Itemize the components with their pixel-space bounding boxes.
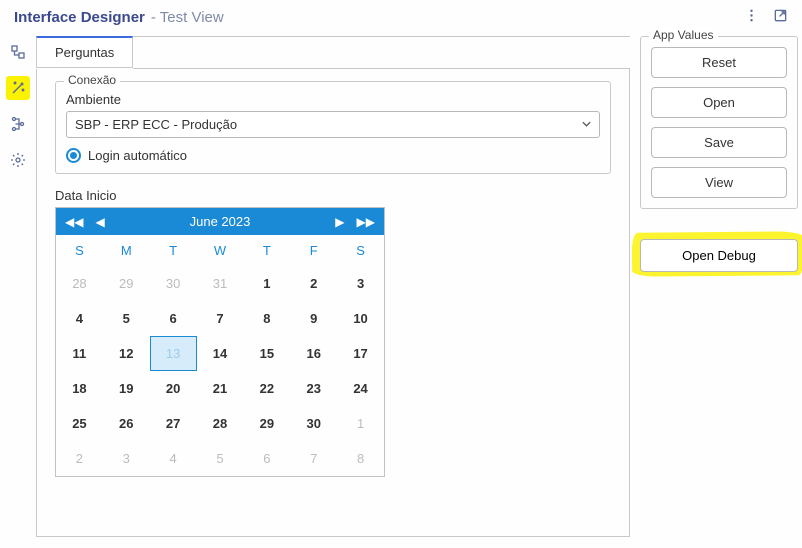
cal-dow: F [290,235,337,266]
cal-day[interactable]: 10 [337,301,384,336]
app-values-group: App Values Reset Open Save View [640,36,798,209]
cal-day[interactable]: 2 [290,266,337,301]
login-auto-label: Login automático [88,148,187,163]
cal-day[interactable]: 5 [197,441,244,476]
calendar: ◀◀ ◀ June 2023 ▶ ▶▶ SMTWTFS 282930311234… [55,207,385,477]
cal-day[interactable]: 1 [243,266,290,301]
cal-day[interactable]: 7 [197,301,244,336]
cal-day[interactable]: 31 [197,266,244,301]
cal-day[interactable]: 9 [290,301,337,336]
open-button[interactable]: Open [651,87,787,118]
cal-day[interactable]: 6 [150,301,197,336]
rail-gear-icon[interactable] [6,148,30,172]
cal-dow: T [243,235,290,266]
cal-day[interactable]: 4 [150,441,197,476]
cal-day[interactable]: 12 [103,336,150,371]
cal-day[interactable]: 1 [337,406,384,441]
cal-dow: M [103,235,150,266]
environment-label: Ambiente [66,92,600,107]
cal-day[interactable]: 25 [56,406,103,441]
view-button[interactable]: View [651,167,787,198]
cal-day[interactable]: 29 [103,266,150,301]
cal-day[interactable]: 30 [290,406,337,441]
reset-button[interactable]: Reset [651,47,787,78]
environment-select[interactable]: SBP - ERP ECC - Produção [66,111,600,138]
cal-day[interactable]: 19 [103,371,150,406]
cal-day[interactable]: 11 [56,336,103,371]
cal-day[interactable]: 28 [56,266,103,301]
cal-day[interactable]: 8 [243,301,290,336]
login-auto-radio[interactable]: Login automático [66,148,600,163]
radio-checked-icon [66,148,81,163]
app-title: Interface Designer [14,9,145,26]
cal-dow: S [337,235,384,266]
cal-next-year-icon[interactable]: ▶▶ [354,215,378,229]
cal-day[interactable]: 3 [103,441,150,476]
app-values-legend: App Values [649,28,718,42]
rail-tree-icon[interactable] [6,112,30,136]
cal-day[interactable]: 8 [337,441,384,476]
cal-day[interactable]: 2 [56,441,103,476]
connection-group: Conexão Ambiente SBP - ERP ECC - Produçã… [55,81,611,174]
cal-dow: S [56,235,103,266]
cal-dow: W [197,235,244,266]
cal-day[interactable]: 21 [197,371,244,406]
cal-day[interactable]: 15 [243,336,290,371]
popout-icon[interactable] [773,8,788,26]
cal-day[interactable]: 14 [197,336,244,371]
connection-legend: Conexão [64,73,120,87]
tab-panel: Conexão Ambiente SBP - ERP ECC - Produçã… [36,69,630,537]
cal-prev-month-icon[interactable]: ◀ [92,215,107,229]
cal-day[interactable]: 17 [337,336,384,371]
date-label: Data Inicio [55,188,611,203]
cal-day[interactable]: 20 [150,371,197,406]
left-rail [0,36,36,548]
rail-wand-icon[interactable] [6,76,30,100]
open-debug-button[interactable]: Open Debug [640,239,798,272]
cal-day[interactable]: 4 [56,301,103,336]
cal-day[interactable]: 22 [243,371,290,406]
kebab-menu-icon[interactable] [744,8,759,26]
cal-day[interactable]: 28 [197,406,244,441]
cal-day[interactable]: 3 [337,266,384,301]
cal-day[interactable]: 26 [103,406,150,441]
cal-day[interactable]: 7 [290,441,337,476]
tab-strip [133,37,630,69]
cal-next-month-icon[interactable]: ▶ [332,215,347,229]
cal-month-title[interactable]: June 2023 [190,214,251,229]
cal-day[interactable]: 27 [150,406,197,441]
cal-day[interactable]: 18 [56,371,103,406]
cal-day[interactable]: 23 [290,371,337,406]
cal-day-selected[interactable]: 13 [150,336,197,371]
view-title: - Test View [151,9,224,26]
save-button[interactable]: Save [651,127,787,158]
cal-day[interactable]: 29 [243,406,290,441]
cal-day[interactable]: 24 [337,371,384,406]
tab-perguntas[interactable]: Perguntas [36,36,133,68]
cal-day[interactable]: 30 [150,266,197,301]
cal-day[interactable]: 6 [243,441,290,476]
cal-dow: T [150,235,197,266]
cal-day[interactable]: 5 [103,301,150,336]
cal-prev-year-icon[interactable]: ◀◀ [62,215,86,229]
cal-day[interactable]: 16 [290,336,337,371]
rail-workflow-icon[interactable] [6,40,30,64]
